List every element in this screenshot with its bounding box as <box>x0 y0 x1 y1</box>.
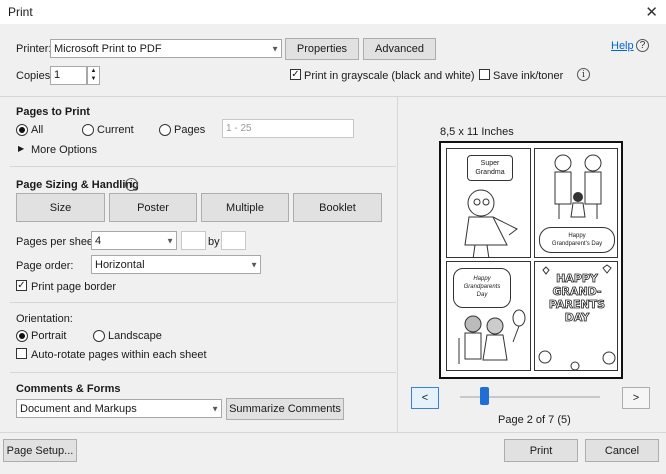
chevron-down-icon: ▼ <box>271 44 279 53</box>
page-3-line-1: Happy <box>473 276 491 282</box>
copies-label: Copies: <box>16 70 54 82</box>
save-ink-checkbox[interactable] <box>479 69 490 80</box>
info-icon[interactable]: i <box>125 178 138 191</box>
preview-page-2: Happy Grandparent's Day <box>534 148 618 258</box>
comments-forms-value: Document and Markups <box>20 402 137 415</box>
title-bar <box>0 0 666 24</box>
next-page-button[interactable]: > <box>622 387 650 409</box>
summarize-comments-button[interactable]: Summarize Comments <box>226 398 344 420</box>
auto-rotate-label: Auto-rotate pages within each sheet <box>31 349 207 361</box>
badge-shape: Super Grandma <box>467 155 513 181</box>
pages-per-sheet-select[interactable]: 4 ▼ <box>91 231 177 250</box>
pages-to-print-heading: Pages to Print <box>16 106 90 118</box>
page-2-line-2: Grandparent's Day <box>551 241 603 247</box>
chevron-down-icon: ▼ <box>211 404 219 413</box>
header-divider <box>0 96 666 97</box>
pages-range-input[interactable]: 1 - 25 <box>222 119 354 138</box>
page-3-line-2: Grandparents <box>463 284 501 290</box>
grandparents-drawing <box>554 154 602 219</box>
printer-value: Microsoft Print to PDF <box>54 42 162 55</box>
copies-input[interactable]: 1 <box>50 66 87 85</box>
page-status: Page 2 of 7 (5) <box>498 414 571 426</box>
current-page-radio[interactable] <box>82 124 94 136</box>
landscape-radio[interactable] <box>93 330 105 342</box>
previous-page-button[interactable]: < <box>411 387 439 409</box>
couple-drawing <box>458 309 526 364</box>
pages-per-sheet-label: Pages per sheet: <box>16 236 100 248</box>
hearts-decoration <box>538 264 616 370</box>
advanced-button[interactable]: Advanced <box>363 38 436 60</box>
scalloped-frame: Happy Grandparents Day <box>453 268 511 308</box>
page-slider-thumb[interactable] <box>479 387 489 405</box>
section-divider <box>10 302 396 303</box>
tab-poster[interactable]: Poster <box>109 193 197 222</box>
chevron-down-icon: ▼ <box>250 260 258 269</box>
banner-shape: Happy Grandparent's Day <box>539 227 615 253</box>
help-icon[interactable]: ? <box>636 39 649 52</box>
page-setup-button[interactable]: Page Setup... <box>3 439 77 462</box>
preview-page-3: Happy Grandparents Day <box>446 261 531 371</box>
page-order-label: Page order: <box>16 260 74 272</box>
grandma-drawing <box>464 189 518 257</box>
save-ink-label: Save ink/toner <box>493 70 564 82</box>
info-icon[interactable]: i <box>577 68 590 81</box>
tab-booklet[interactable]: Booklet <box>293 193 382 222</box>
printer-select[interactable]: Microsoft Print to PDF ▼ <box>50 39 282 58</box>
tab-size[interactable]: Size <box>16 193 105 222</box>
comments-forms-select[interactable]: Document and Markups ▼ <box>16 399 222 418</box>
auto-rotate-checkbox[interactable] <box>16 348 27 359</box>
column-divider <box>397 97 398 432</box>
current-page-label: Current <box>97 124 134 136</box>
footer-divider <box>0 432 666 433</box>
pages-per-sheet-value: 4 <box>95 234 102 247</box>
page-1-line-2: Grandma <box>475 169 505 176</box>
grayscale-label: Print in grayscale (black and white) <box>304 70 475 82</box>
orientation-heading: Orientation: <box>16 313 73 325</box>
section-divider <box>10 166 396 167</box>
by-label: by <box>208 236 220 248</box>
grayscale-checkbox[interactable]: ✓ <box>290 69 301 80</box>
portrait-radio[interactable] <box>16 330 28 342</box>
cancel-button[interactable]: Cancel <box>585 439 659 462</box>
pages-range-label: Pages <box>174 124 206 136</box>
pages-across-input[interactable] <box>181 231 206 250</box>
preview-page-1: Super Grandma <box>446 148 531 258</box>
portrait-label: Portrait <box>31 330 67 342</box>
print-border-label: Print page border <box>31 281 116 293</box>
page-3-line-3: Day <box>476 292 488 298</box>
pages-range-radio[interactable] <box>159 124 171 136</box>
print-preview: Super Grandma Happy Grandparent's Day Ha… <box>439 141 623 379</box>
page-order-select[interactable]: Horizontal ▼ <box>91 255 261 274</box>
section-divider <box>10 372 396 373</box>
copies-stepper[interactable]: ▲ ▼ <box>87 66 100 85</box>
page-sizing-heading: Page Sizing & Handling <box>16 179 139 191</box>
landscape-label: Landscape <box>108 330 162 342</box>
print-border-checkbox[interactable]: ✓ <box>16 280 27 291</box>
all-pages-radio[interactable] <box>16 124 28 136</box>
preview-page-4: HAPPY GRAND- PARENTS DAY <box>534 261 618 371</box>
help-link[interactable]: Help <box>611 40 634 52</box>
expand-triangle-icon[interactable]: ▶ <box>18 144 24 153</box>
chevron-down-icon: ▼ <box>166 236 174 245</box>
properties-button[interactable]: Properties <box>285 38 359 60</box>
window-title: Print <box>8 5 33 19</box>
more-options-toggle[interactable]: More Options <box>31 144 97 156</box>
tab-multiple[interactable]: Multiple <box>201 193 289 222</box>
comments-forms-heading: Comments & Forms <box>16 383 121 395</box>
page-order-value: Horizontal <box>95 258 145 271</box>
print-button[interactable]: Print <box>504 439 578 462</box>
page-2-line-1: Happy <box>568 233 586 239</box>
page-1-line-1: Super <box>480 160 500 167</box>
printer-label: Printer: <box>16 43 52 55</box>
close-icon[interactable]: ✕ <box>645 3 658 21</box>
all-pages-label: All <box>31 124 44 136</box>
paper-size-label: 8,5 x 11 Inches <box>440 126 514 138</box>
pages-down-input[interactable] <box>221 231 246 250</box>
